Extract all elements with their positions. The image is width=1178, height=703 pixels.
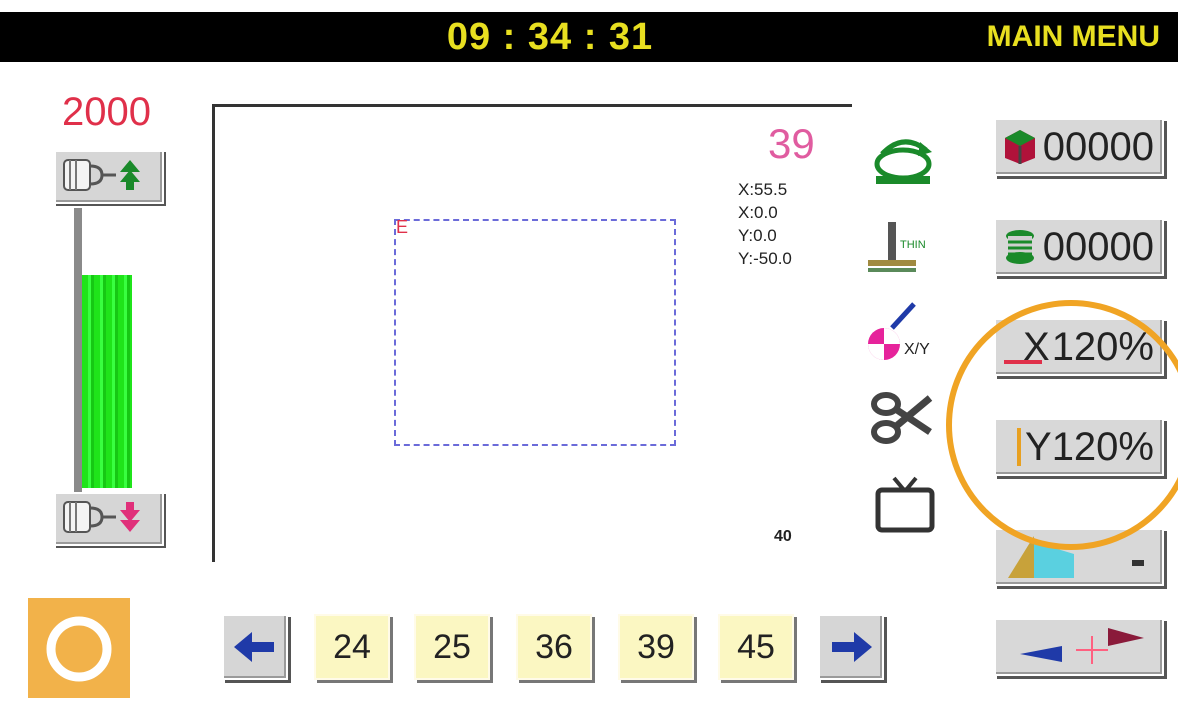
pattern-button[interactable]: 45 <box>718 614 794 680</box>
top-strip <box>0 0 1178 12</box>
origin-button[interactable] <box>994 618 1164 676</box>
xy-settings-icon[interactable]: X/Y <box>864 300 934 360</box>
coord-x-min: X:0.0 <box>738 203 778 222</box>
canvas-border-left <box>212 104 215 562</box>
speed-track <box>74 208 82 492</box>
clock: 09 : 34 : 31 <box>446 16 654 58</box>
screen-title: MAIN MENU <box>986 20 1160 53</box>
pattern-button[interactable]: 25 <box>414 614 490 680</box>
speed-up-button[interactable] <box>54 150 164 204</box>
speed-up-icon <box>63 159 140 191</box>
bobbin-counter-value: 00000 <box>1042 224 1154 269</box>
thread-spool-icon <box>1005 230 1034 264</box>
pattern-outline <box>394 219 676 446</box>
monitor-icon[interactable] <box>874 476 944 536</box>
bobbin-counter-button[interactable]: 00000 <box>994 218 1164 276</box>
power-button[interactable] <box>28 598 130 698</box>
speed-down-button[interactable] <box>54 492 164 546</box>
arrow-right-icon <box>832 632 872 662</box>
speed-level-bar[interactable] <box>82 275 132 488</box>
coord-x-max: X:55.5 <box>738 180 788 199</box>
xy-label: X/Y <box>904 341 930 358</box>
ring-icon <box>46 616 112 682</box>
highlight-ring <box>946 300 1178 550</box>
start-point-marker: E <box>396 217 409 237</box>
arrow-left-icon <box>234 632 274 662</box>
pattern-prev-button[interactable] <box>222 614 288 680</box>
current-pattern-number: 39 <box>768 120 815 167</box>
speed-down-icon <box>63 501 140 533</box>
production-counter-button[interactable]: 00000 <box>994 118 1164 176</box>
bobbin-counter-icon <box>1004 130 1035 164</box>
scissors-icon[interactable] <box>868 388 938 448</box>
thin-material-icon[interactable]: THIN <box>864 218 934 278</box>
production-counter-value: 00000 <box>1042 124 1154 169</box>
stitch-count: 40 <box>774 528 792 545</box>
pattern-button[interactable]: 24 <box>314 614 390 680</box>
coord-y-max: Y:0.0 <box>738 226 777 245</box>
pattern-button[interactable]: 36 <box>516 614 592 680</box>
thin-label: THIN <box>900 239 926 251</box>
rotate-icon[interactable] <box>868 130 938 190</box>
pattern-next-button[interactable] <box>818 614 884 680</box>
pattern-button[interactable]: 39 <box>618 614 694 680</box>
canvas-border-top <box>212 104 852 107</box>
origin-crosshair-icon <box>1020 628 1144 664</box>
coord-y-min: Y:-50.0 <box>738 249 792 268</box>
speed-value: 2000 <box>62 90 151 134</box>
